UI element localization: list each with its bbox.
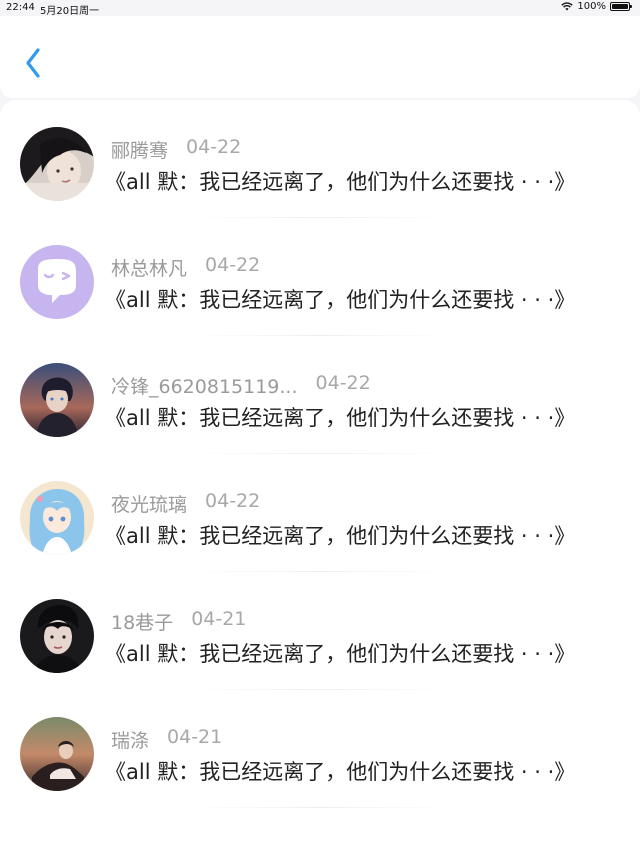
- comment-title[interactable]: 《all 默：我已经远离了，他们为什么还要找 · · ·》: [105, 166, 575, 196]
- list-item[interactable]: 18巷子 04-21 《all 默：我已经远离了，他们为什么还要找 · · ·》: [0, 572, 640, 690]
- status-date: 5月20日周一: [40, 6, 100, 17]
- comment-header: 郦腾骞 04-22: [111, 136, 241, 163]
- comment-title[interactable]: 《all 默：我已经远离了，他们为什么还要找 · · ·》: [105, 402, 575, 432]
- comment-header: 18巷子 04-21: [111, 608, 246, 635]
- comment-title[interactable]: 《all 默：我已经远离了，他们为什么还要找 · · ·》: [105, 520, 575, 550]
- comment-date: 04-21: [191, 608, 247, 630]
- comment-header: 冷锋_6620815119... 04-22: [111, 372, 371, 399]
- battery-icon: [610, 2, 632, 11]
- comment-date: 04-22: [186, 136, 242, 158]
- list-item[interactable]: 夜光琉璃 04-22 《all 默：我已经远离了，他们为什么还要找 · · ·》: [0, 454, 640, 572]
- back-button[interactable]: [18, 46, 52, 80]
- chevron-left-icon: [26, 48, 40, 78]
- avatar[interactable]: [20, 717, 94, 791]
- comment-title[interactable]: 《all 默：我已经远离了，他们为什么还要找 · · ·》: [105, 284, 575, 314]
- avatar[interactable]: [20, 245, 94, 319]
- status-time: 22:44: [6, 2, 35, 13]
- list-item[interactable]: 瑞涤 04-21 《all 默：我已经远离了，他们为什么还要找 · · ·》: [0, 690, 640, 808]
- avatar[interactable]: [20, 481, 94, 555]
- comment-date: 04-22: [315, 372, 371, 394]
- avatar[interactable]: [20, 363, 94, 437]
- username[interactable]: 林总林凡: [111, 254, 187, 281]
- username[interactable]: 冷锋_6620815119...: [111, 372, 298, 399]
- status-indicators: 100%: [561, 1, 632, 12]
- battery-percent: 100%: [577, 1, 606, 12]
- comment-date: 04-22: [205, 490, 261, 512]
- status-bar: 22:44 5月20日周一 100%: [0, 0, 640, 17]
- username[interactable]: 瑞涤: [111, 726, 149, 753]
- comment-header: 瑞涤 04-21: [111, 726, 222, 753]
- comment-date: 04-22: [205, 254, 261, 276]
- comment-date: 04-21: [167, 726, 223, 748]
- list-item[interactable]: 郦腾骞 04-22 《all 默：我已经远离了，他们为什么还要找 · · ·》: [0, 100, 640, 218]
- list-item[interactable]: 冷锋_6620815119... 04-22 《all 默：我已经远离了，他们为…: [0, 336, 640, 454]
- username[interactable]: 郦腾骞: [111, 136, 168, 163]
- list-item[interactable]: 林总林凡 04-22 《all 默：我已经远离了，他们为什么还要找 · · ·》: [0, 218, 640, 336]
- comment-header: 夜光琉璃 04-22: [111, 490, 260, 517]
- avatar[interactable]: [20, 127, 94, 201]
- comment-title[interactable]: 《all 默：我已经远离了，他们为什么还要找 · · ·》: [105, 638, 575, 668]
- comment-header: 林总林凡 04-22: [111, 254, 260, 281]
- navigation-bar: [0, 16, 640, 98]
- username[interactable]: 夜光琉璃: [111, 490, 187, 517]
- comment-title[interactable]: 《all 默：我已经远离了，他们为什么还要找 · · ·》: [105, 756, 575, 786]
- comment-list-card: 郦腾骞 04-22 《all 默：我已经远离了，他们为什么还要找 · · ·》 …: [0, 100, 640, 860]
- username[interactable]: 18巷子: [111, 608, 173, 635]
- divider: [190, 807, 450, 808]
- avatar[interactable]: [20, 599, 94, 673]
- wifi-icon: [561, 2, 574, 11]
